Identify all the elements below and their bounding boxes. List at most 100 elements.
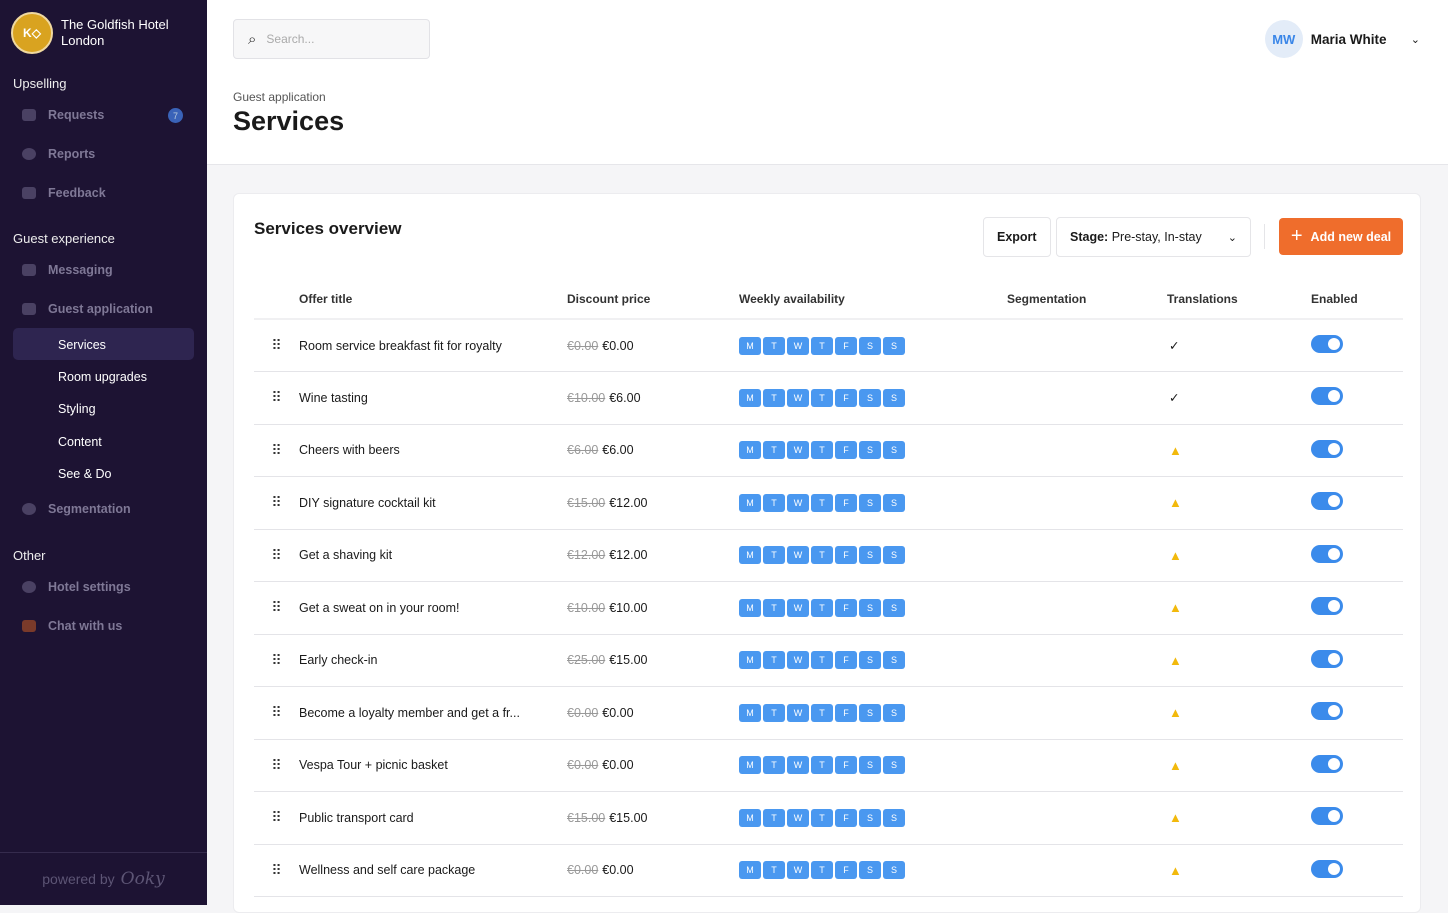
table-row[interactable]: ⠿ Vespa Tour + picnic basket €0.00 €0.00 …: [254, 739, 1403, 792]
sidebar-item-chat[interactable]: Chat with us: [22, 619, 122, 633]
day-chip[interactable]: S: [859, 756, 881, 775]
sidebar-item-messaging[interactable]: Messaging: [22, 263, 113, 277]
day-chip[interactable]: T: [811, 756, 833, 775]
day-chip[interactable]: W: [787, 336, 809, 355]
day-chip[interactable]: F: [835, 861, 857, 880]
offer-title[interactable]: Early check-in: [299, 634, 567, 687]
drag-handle-icon[interactable]: ⠿: [254, 476, 299, 530]
drag-handle-icon[interactable]: ⠿: [254, 739, 299, 792]
day-chip[interactable]: S: [883, 651, 905, 670]
day-chip[interactable]: T: [811, 861, 833, 880]
table-row[interactable]: ⠿ Get a sweat on in your room! €10.00 €10…: [254, 581, 1403, 635]
day-chip[interactable]: F: [835, 336, 857, 355]
sidebar-item-requests[interactable]: Requests: [22, 108, 104, 122]
day-chip[interactable]: S: [859, 598, 881, 617]
day-chip[interactable]: S: [883, 861, 905, 880]
day-chip[interactable]: F: [835, 808, 857, 827]
day-chip[interactable]: S: [859, 861, 881, 880]
day-chip[interactable]: T: [763, 598, 785, 617]
day-chip[interactable]: M: [739, 441, 761, 460]
table-row[interactable]: ⠿ Wine tasting €10.00 €6.00 MTWTFSS ✓: [254, 371, 1403, 425]
day-chip[interactable]: S: [883, 388, 905, 407]
day-chip[interactable]: S: [883, 808, 905, 827]
sidebar-item-reports[interactable]: Reports: [22, 147, 95, 161]
sidebar-subitem-see-do[interactable]: See & Do: [58, 467, 112, 481]
drag-handle-icon[interactable]: ⠿: [254, 319, 299, 372]
search-input[interactable]: ⌕ Search...: [233, 19, 430, 59]
enabled-toggle[interactable]: [1311, 492, 1343, 511]
day-chip[interactable]: F: [835, 598, 857, 617]
drag-handle-icon[interactable]: ⠿: [254, 371, 299, 425]
enabled-toggle[interactable]: [1311, 597, 1343, 616]
drag-handle-icon[interactable]: ⠿: [254, 581, 299, 635]
drag-handle-icon[interactable]: ⠿: [254, 791, 299, 845]
table-row[interactable]: ⠿ Wellness and self care package €0.00 €0…: [254, 844, 1403, 897]
chevron-down-icon[interactable]: ⌄: [1411, 33, 1420, 46]
table-row[interactable]: ⠿ Public transport card €15.00 €15.00 MTW…: [254, 791, 1403, 845]
day-chip[interactable]: M: [739, 861, 761, 880]
day-chip[interactable]: W: [787, 651, 809, 670]
offer-title[interactable]: Vespa Tour + picnic basket: [299, 739, 567, 792]
day-chip[interactable]: T: [811, 598, 833, 617]
day-chip[interactable]: M: [739, 546, 761, 565]
offer-title[interactable]: DIY signature cocktail kit: [299, 476, 567, 530]
day-chip[interactable]: W: [787, 703, 809, 722]
enabled-toggle[interactable]: [1311, 807, 1343, 826]
table-row[interactable]: ⠿ Become a loyalty member and get a fr..…: [254, 686, 1403, 740]
day-chip[interactable]: W: [787, 441, 809, 460]
day-chip[interactable]: T: [763, 651, 785, 670]
day-chip[interactable]: T: [811, 546, 833, 565]
drag-handle-icon[interactable]: ⠿: [254, 529, 299, 582]
sidebar-subitem-room-upgrades[interactable]: Room upgrades: [58, 370, 147, 384]
day-chip[interactable]: T: [763, 388, 785, 407]
export-button[interactable]: Export: [983, 217, 1051, 257]
day-chip[interactable]: F: [835, 703, 857, 722]
day-chip[interactable]: S: [859, 651, 881, 670]
day-chip[interactable]: W: [787, 598, 809, 617]
offer-title[interactable]: Wine tasting: [299, 371, 567, 425]
offer-title[interactable]: Cheers with beers: [299, 424, 567, 477]
offer-title[interactable]: Room service breakfast fit for royalty: [299, 319, 567, 372]
breadcrumb[interactable]: Guest application: [233, 90, 326, 104]
day-chip[interactable]: M: [739, 703, 761, 722]
enabled-toggle[interactable]: [1311, 859, 1343, 878]
day-chip[interactable]: M: [739, 493, 761, 512]
day-chip[interactable]: S: [859, 703, 881, 722]
day-chip[interactable]: T: [763, 808, 785, 827]
day-chip[interactable]: M: [739, 336, 761, 355]
day-chip[interactable]: S: [883, 756, 905, 775]
day-chip[interactable]: F: [835, 441, 857, 460]
day-chip[interactable]: M: [739, 598, 761, 617]
table-row[interactable]: ⠿ Early check-in €25.00 €15.00 MTWTFSS ▲: [254, 634, 1403, 687]
offer-title[interactable]: Become a loyalty member and get a fr...: [299, 686, 567, 740]
offer-title[interactable]: Wellness and self care package: [299, 844, 567, 897]
sidebar-item-segmentation[interactable]: Segmentation: [22, 502, 131, 516]
day-chip[interactable]: M: [739, 808, 761, 827]
day-chip[interactable]: F: [835, 756, 857, 775]
day-chip[interactable]: T: [763, 861, 785, 880]
sidebar-item-hotel-settings[interactable]: Hotel settings: [22, 580, 131, 594]
enabled-toggle[interactable]: [1311, 387, 1343, 406]
enabled-toggle[interactable]: [1311, 544, 1343, 563]
stage-select[interactable]: Stage: Pre-stay, In-stay ⌄: [1056, 217, 1251, 257]
day-chip[interactable]: S: [859, 336, 881, 355]
day-chip[interactable]: T: [763, 493, 785, 512]
enabled-toggle[interactable]: [1311, 439, 1343, 458]
day-chip[interactable]: S: [883, 546, 905, 565]
sidebar-subitem-styling[interactable]: Styling: [58, 402, 96, 416]
day-chip[interactable]: T: [811, 808, 833, 827]
day-chip[interactable]: F: [835, 493, 857, 512]
day-chip[interactable]: M: [739, 388, 761, 407]
offer-title[interactable]: Public transport card: [299, 791, 567, 845]
sidebar-subitem-services[interactable]: Services: [58, 338, 106, 352]
day-chip[interactable]: T: [763, 703, 785, 722]
day-chip[interactable]: W: [787, 808, 809, 827]
offer-title[interactable]: Get a shaving kit: [299, 529, 567, 582]
day-chip[interactable]: S: [883, 493, 905, 512]
day-chip[interactable]: S: [883, 441, 905, 460]
enabled-toggle[interactable]: [1311, 702, 1343, 721]
drag-handle-icon[interactable]: ⠿: [254, 634, 299, 687]
day-chip[interactable]: T: [763, 336, 785, 355]
day-chip[interactable]: S: [859, 493, 881, 512]
day-chip[interactable]: S: [859, 546, 881, 565]
